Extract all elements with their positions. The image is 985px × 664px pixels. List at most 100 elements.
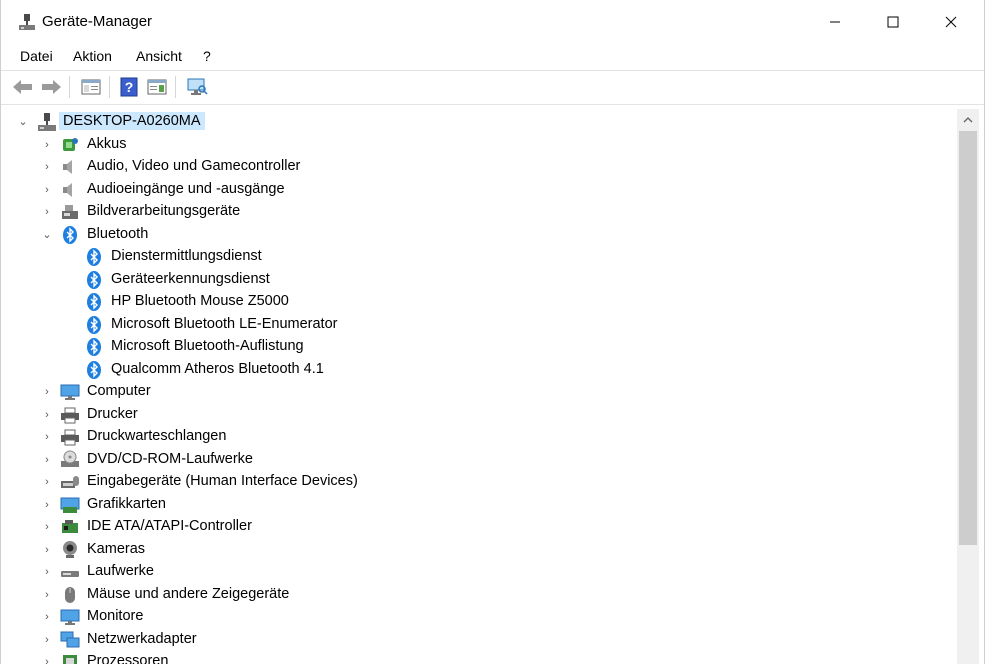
maximize-button[interactable] — [864, 0, 922, 44]
printer-icon — [61, 429, 79, 446]
bluetooth-icon — [87, 270, 101, 289]
menu-datei[interactable]: Datei — [20, 48, 53, 64]
bluetooth-icon — [87, 293, 101, 311]
properties-button[interactable] — [79, 76, 103, 98]
tree-item-label: Kameras — [87, 540, 146, 557]
chevron-right-icon[interactable]: › — [41, 139, 53, 151]
scan-hardware-button[interactable] — [185, 76, 209, 98]
bluetooth-icon — [87, 338, 101, 356]
vertical-scrollbar[interactable] — [957, 109, 979, 664]
chevron-right-icon[interactable]: › — [41, 656, 53, 664]
toolbar-separator — [175, 76, 176, 98]
battery-icon — [63, 137, 78, 151]
toolbar-separator — [69, 76, 70, 98]
back-button[interactable] — [11, 76, 35, 98]
tree-item-label: Drucker — [87, 405, 138, 422]
display-adapter-icon — [60, 497, 80, 513]
close-icon — [945, 16, 957, 28]
chevron-down-icon[interactable]: ⌄ — [17, 116, 29, 128]
menu-help[interactable]: ? — [203, 48, 211, 64]
tree-item-label: Druckwarteschlangen — [87, 428, 227, 444]
drive-icon — [61, 571, 79, 577]
device-tree[interactable]: ⌄ DESKTOP-A0260MA › Akkus › Audio, Video un… — [11, 108, 956, 664]
scan-hardware-icon — [187, 78, 208, 95]
chevron-right-icon[interactable]: › — [41, 566, 53, 578]
menu-aktion[interactable]: Aktion — [73, 48, 112, 64]
tree-item-label: Microsoft Bluetooth-Auflistung — [111, 338, 304, 354]
processor-icon — [63, 655, 77, 664]
chevron-right-icon[interactable]: › — [41, 386, 53, 398]
chevron-right-icon[interactable]: › — [41, 409, 53, 421]
chevron-right-icon[interactable]: › — [41, 611, 53, 623]
tree-item-label: Audioeingänge und -ausgänge — [87, 180, 285, 197]
back-icon — [13, 80, 32, 94]
window-title: Geräte-Manager — [42, 13, 153, 30]
tree-root-label: DESKTOP-A0260MA — [59, 112, 205, 130]
tree-item-label: DVD/CD-ROM-Laufwerke — [87, 450, 253, 467]
chevron-right-icon[interactable]: › — [41, 499, 53, 511]
scroll-thumb[interactable] — [959, 131, 977, 545]
chevron-right-icon[interactable]: › — [41, 184, 53, 196]
tree-item-label: Geräteerkennungsdienst — [111, 270, 270, 287]
tree-item-label: Bluetooth — [87, 225, 149, 242]
disc-drive-icon — [61, 450, 79, 467]
tree-item-label: Mäuse und andere Zeigegeräte — [87, 585, 290, 602]
bluetooth-icon — [87, 315, 101, 334]
chevron-right-icon[interactable]: › — [41, 431, 53, 443]
minimize-icon — [830, 21, 840, 23]
chevron-up-icon — [963, 117, 973, 123]
device-manager-window: Geräte-Manager Datei Aktion Ansicht ? ? … — [0, 0, 985, 664]
tree-item-label: Eingabegeräte (Human Interface Devices) — [87, 473, 358, 489]
tree-item-label: Laufwerke — [87, 563, 154, 579]
hid-icon — [61, 476, 79, 488]
monitor-icon — [60, 609, 80, 625]
toolbar-separator — [109, 76, 110, 98]
forward-button[interactable] — [39, 76, 63, 98]
speaker-icon — [63, 160, 72, 174]
camera-device-icon — [62, 205, 78, 219]
printer-icon — [61, 407, 79, 423]
chevron-right-icon[interactable]: › — [41, 544, 53, 556]
computer-root-icon — [38, 113, 56, 131]
tree-item-label: HP Bluetooth Mouse Z5000 — [111, 293, 289, 309]
toolbar: ? — [1, 70, 984, 105]
tree-item-label: Prozessoren — [87, 653, 169, 664]
menu-ansicht[interactable]: Ansicht — [136, 48, 182, 64]
title-bar[interactable]: Geräte-Manager — [1, 0, 984, 44]
scroll-up-button[interactable] — [957, 109, 979, 131]
chevron-right-icon[interactable]: › — [41, 161, 53, 173]
mouse-icon — [65, 586, 75, 603]
speaker-icon — [63, 182, 72, 197]
device-manager-icon — [19, 14, 35, 30]
tree-item-label: Microsoft Bluetooth LE-Enumerator — [111, 315, 338, 332]
tree-item-label: Bildverarbeitungsgeräte — [87, 203, 241, 219]
network-icon — [60, 631, 80, 647]
bluetooth-icon — [87, 360, 101, 379]
tree-item-label: Monitore — [87, 608, 144, 624]
device-list-button[interactable] — [145, 76, 169, 98]
tree-item-label: Qualcomm Atheros Bluetooth 4.1 — [111, 360, 324, 377]
chevron-right-icon[interactable]: › — [41, 589, 53, 601]
tree-item-label: Computer — [87, 383, 151, 399]
device-list-icon — [147, 79, 167, 95]
properties-icon — [81, 79, 101, 95]
chevron-right-icon[interactable]: › — [41, 521, 53, 533]
close-button[interactable] — [922, 0, 980, 44]
help-icon: ? — [120, 77, 138, 97]
tree-item-label: Netzwerkadapter — [87, 630, 197, 647]
tree-item-label: Dienstermittlungsdienst — [111, 248, 262, 264]
help-button[interactable]: ? — [117, 76, 141, 98]
tree-item-label: Audio, Video und Gamecontroller — [87, 158, 301, 174]
svg-text:?: ? — [125, 79, 134, 95]
chevron-right-icon[interactable]: › — [41, 206, 53, 218]
minimize-button[interactable] — [806, 0, 864, 44]
chevron-right-icon[interactable]: › — [41, 634, 53, 646]
chevron-down-icon[interactable]: ⌄ — [41, 229, 53, 241]
monitor-icon — [60, 384, 80, 400]
chevron-right-icon[interactable]: › — [41, 454, 53, 466]
menu-bar: Datei Aktion Ansicht ? — [1, 44, 984, 70]
webcam-icon — [63, 540, 77, 558]
maximize-icon — [887, 16, 899, 28]
chevron-right-icon[interactable]: › — [41, 476, 53, 488]
bluetooth-icon — [87, 248, 101, 266]
